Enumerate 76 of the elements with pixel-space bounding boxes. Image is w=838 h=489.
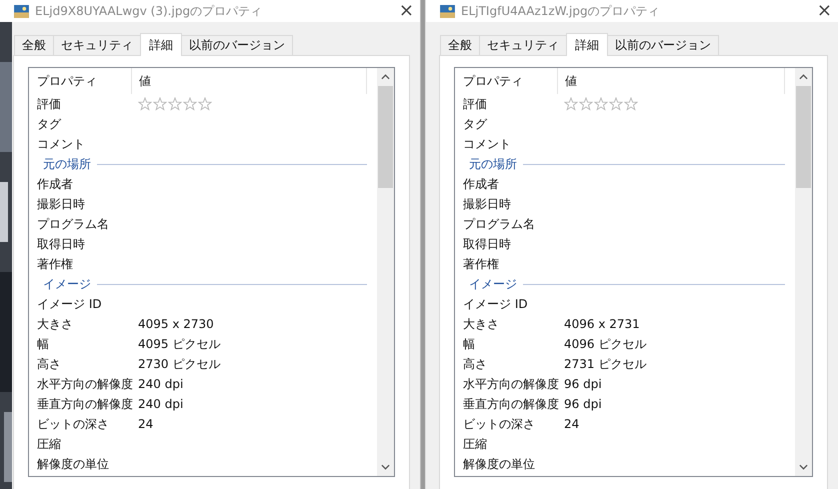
property-name: イメージ ID (463, 296, 529, 312)
group-heading: 元の場所 (43, 156, 91, 172)
tab[interactable]: 全般 (440, 35, 480, 55)
window-title: ELjTIgfU4AAz1zW.jpgのプロパティ (461, 2, 661, 20)
property-name: 大きさ (463, 316, 500, 332)
property-value: 2731 ピクセル (564, 356, 646, 372)
property-value: 2730 ピクセル (138, 356, 220, 372)
property-name: 著作権 (37, 256, 74, 272)
property-value: 96 dpi (564, 377, 602, 391)
property-name: 幅 (37, 336, 50, 352)
close-button[interactable]: × (810, 2, 838, 20)
tab[interactable]: 以前のバージョン (607, 35, 719, 55)
property-name: 幅 (463, 336, 476, 352)
star-rating[interactable] (564, 97, 638, 111)
property-name: 評価 (37, 96, 62, 112)
scroll-thumb[interactable] (796, 86, 811, 188)
image-file-icon (440, 4, 455, 18)
property-value: 24 (138, 417, 154, 431)
property-value: 4095 x 2730 (138, 317, 214, 331)
property-name: 水平方向の解像度 (37, 376, 134, 392)
property-name: 著作権 (463, 256, 500, 272)
property-name: プログラム名 (37, 216, 110, 232)
scroll-thumb[interactable] (378, 86, 393, 188)
property-name: 垂直方向の解像度 (37, 396, 134, 412)
scroll-down-icon[interactable] (381, 464, 390, 470)
property-name: コメント (463, 136, 512, 152)
tab[interactable]: 全般 (14, 35, 54, 55)
property-name: 高さ (37, 356, 62, 372)
close-button[interactable]: × (392, 2, 420, 20)
property-value: 240 dpi (138, 377, 184, 391)
property-name: タグ (37, 116, 62, 132)
column-header[interactable]: 値 (558, 72, 577, 90)
column-header[interactable]: プロパティ (29, 68, 132, 94)
property-value: 24 (564, 417, 580, 431)
property-name: 高さ (463, 356, 488, 372)
scroll-up-icon[interactable] (381, 74, 390, 80)
property-name: 作成者 (463, 176, 500, 192)
tab[interactable]: 以前のバージョン (181, 35, 293, 55)
property-name: 垂直方向の解像度 (463, 396, 560, 412)
scroll-down-icon[interactable] (799, 464, 808, 470)
group-heading: イメージ (469, 276, 517, 292)
property-name: イメージ ID (37, 296, 103, 312)
property-name: 解像度の単位 (37, 456, 110, 472)
property-name: 水平方向の解像度 (463, 376, 560, 392)
property-name: タグ (463, 116, 488, 132)
property-value: 4096 x 2731 (564, 317, 640, 331)
property-name: ビットの深さ (463, 416, 536, 432)
column-header[interactable]: プロパティ (455, 68, 558, 94)
property-name: 取得日時 (463, 236, 512, 252)
property-name: 作成者 (37, 176, 74, 192)
property-name: 圧縮 (37, 436, 62, 452)
group-heading: イメージ (43, 276, 91, 292)
group-heading: 元の場所 (469, 156, 517, 172)
property-value: 240 dpi (138, 397, 184, 411)
property-value: 4095 ピクセル (138, 336, 220, 352)
property-name: 取得日時 (37, 236, 86, 252)
column-header[interactable]: 値 (132, 72, 151, 90)
property-name: コメント (37, 136, 86, 152)
scrollbar[interactable] (377, 68, 394, 476)
tab[interactable]: 詳細 (566, 33, 608, 56)
property-name: 大きさ (37, 316, 74, 332)
scroll-up-icon[interactable] (799, 74, 808, 80)
property-name: 解像度の単位 (463, 456, 536, 472)
window-title: ELjd9X8UYAALwgv (3).jpgのプロパティ (35, 2, 264, 20)
property-name: 評価 (463, 96, 488, 112)
image-file-icon (14, 4, 29, 18)
property-name: 圧縮 (463, 436, 488, 452)
property-value: 96 dpi (564, 397, 602, 411)
property-name: 撮影日時 (37, 196, 86, 212)
tab[interactable]: 詳細 (140, 33, 182, 56)
scrollbar[interactable] (795, 68, 812, 476)
property-name: プログラム名 (463, 216, 536, 232)
property-name: ビットの深さ (37, 416, 110, 432)
property-name: 撮影日時 (463, 196, 512, 212)
star-rating[interactable] (138, 97, 212, 111)
property-value: 4096 ピクセル (564, 336, 646, 352)
